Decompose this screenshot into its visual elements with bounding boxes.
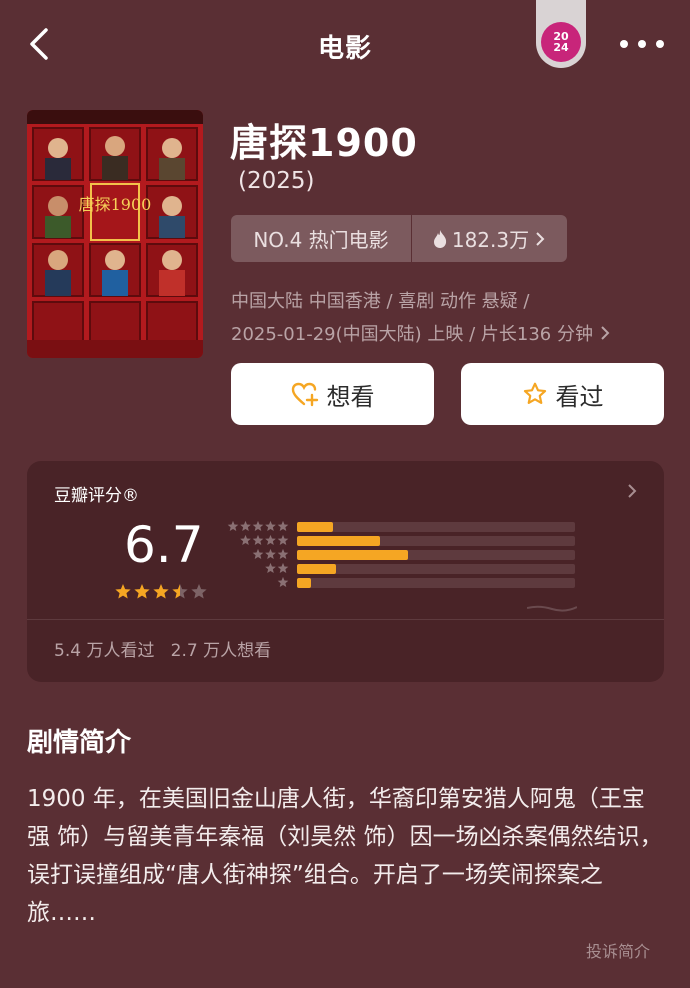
rating-label: 豆瓣评分®: [54, 486, 139, 506]
more-button[interactable]: [612, 30, 672, 60]
distribution-row-4: [227, 534, 575, 547]
rating-star-icon: [172, 584, 188, 599]
heat-segment[interactable]: 182.3万: [412, 224, 567, 253]
distribution-row-5: [227, 520, 575, 533]
more-dots-icon: [620, 40, 664, 48]
mini-star-icon: [277, 576, 289, 588]
report-synopsis-link[interactable]: 投诉简介: [586, 938, 650, 962]
distribution-scale: [526, 598, 578, 612]
mini-star-icon: [265, 548, 276, 560]
mini-star-icon: [265, 562, 276, 574]
want-to-watch-button[interactable]: 想看: [231, 363, 434, 425]
mini-star-icon: [240, 520, 251, 532]
bar-fill-5: [297, 522, 334, 532]
chevron-right-icon: [536, 231, 545, 246]
want-label: 想看: [326, 382, 375, 411]
card-divider: [27, 619, 664, 620]
meta-line-2: 2025-01-29(中国大陆) 上映 / 片长136 分钟: [231, 324, 593, 345]
mini-stars-icon: [252, 548, 289, 560]
want-count: 2.7 万人想看: [170, 641, 272, 661]
mini-star-icon: [265, 520, 276, 532]
bar-track: [297, 564, 575, 574]
bar-track: [297, 536, 575, 546]
mini-star-icon: [277, 534, 289, 546]
movie-title: 唐探1900: [230, 121, 418, 165]
mini-star-icon: [240, 534, 251, 546]
movie-poster[interactable]: 唐探1900: [27, 110, 203, 358]
seen-button[interactable]: 看过: [461, 363, 664, 425]
movie-year: (2025): [238, 168, 315, 194]
mini-star-icon: [227, 520, 239, 532]
rating-stars: [115, 584, 211, 604]
mini-star-icon: [252, 520, 264, 532]
rank-label: NO.4 热门电影: [253, 228, 389, 252]
rating-detail-button[interactable]: [624, 480, 642, 502]
bar-track: [297, 578, 575, 588]
flame-icon: [433, 229, 446, 248]
synopsis-text: 1900 年，在美国旧金山唐人街，华裔印第安猎人阿鬼（王宝强 饰）与留美青年秦福…: [27, 786, 663, 926]
chevron-right-icon: [628, 484, 637, 498]
mini-stars-icon: [240, 534, 289, 546]
seen-count: 5.4 万人看过: [54, 641, 155, 661]
bar-fill-2: [297, 564, 336, 574]
mini-stars-icon: [277, 576, 289, 588]
distribution-row-2: [227, 562, 575, 575]
mini-stars-icon: [227, 520, 289, 532]
mini-star-icon: [277, 548, 289, 560]
rating-star-icon: [191, 584, 207, 599]
mini-stars-icon: [265, 562, 289, 574]
rating-score: 6.7: [124, 516, 204, 574]
bar-fill-1: [297, 578, 311, 588]
heat-value: 182.3万: [451, 228, 530, 252]
meta-line-1: 中国大陆 中国香港 / 喜剧 动作 悬疑 /: [231, 291, 530, 312]
chevron-right-icon: [601, 326, 610, 340]
mini-star-icon: [265, 534, 276, 546]
rating-star-icon: [134, 584, 150, 599]
mini-star-icon: [277, 520, 289, 532]
synopsis-title: 剧情简介: [27, 728, 132, 758]
bar-track: [297, 522, 575, 532]
badge-bottom-text: 24: [553, 41, 569, 54]
bar-track: [297, 550, 575, 560]
distribution-row-1: [227, 576, 575, 589]
heart-plus-icon: [291, 382, 318, 407]
bar-fill-3: [297, 550, 409, 560]
rating-star-icon: [115, 584, 131, 599]
rank-chip[interactable]: NO.4 热门电影 182.3万: [231, 215, 567, 262]
year-badge-icon[interactable]: 20 24: [541, 22, 581, 62]
bar-fill-4: [297, 536, 381, 546]
rating-counts: 5.4 万人看过 2.7 万人想看: [54, 636, 271, 661]
poster-image: 唐探1900: [27, 110, 203, 358]
mini-star-icon: [252, 548, 264, 560]
star-outline-icon: [523, 382, 546, 404]
mini-star-icon: [277, 562, 289, 574]
page-title: 电影: [317, 34, 372, 64]
meta-line-2-row[interactable]: 2025-01-29(中国大陆) 上映 / 片长136 分钟: [231, 320, 611, 346]
rating-star-icon: [153, 584, 169, 599]
mini-star-icon: [252, 534, 264, 546]
distribution-row-3: [227, 548, 575, 561]
poster-title-text: 唐探1900: [79, 195, 152, 214]
seen-label: 看过: [555, 382, 604, 411]
